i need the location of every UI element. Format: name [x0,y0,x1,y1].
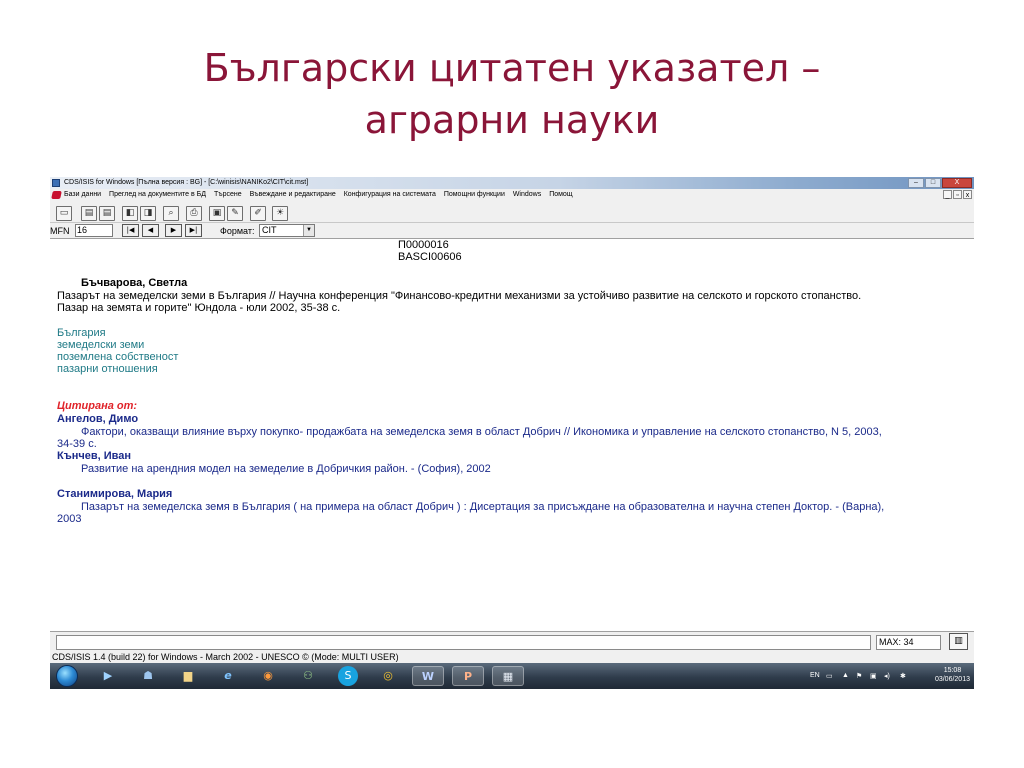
menu-utilities[interactable]: Помощни функции [444,189,505,201]
record-navbar: MFN 16 |◀ ◀ ▶ ▶| Формат: CIT ▼ [50,223,974,239]
status-bar: CDS/ISIS 1.4 (build 22) for Windows - Ma… [50,651,974,663]
max-mfn-label: MAX: 34 [876,635,941,650]
lightbulb-icon[interactable]: ☀ [272,206,288,221]
keyword-item[interactable]: България [57,327,106,340]
user-icon[interactable]: ☗ [132,666,164,686]
window-title: CDS/ISIS for Windows [Пълна версия : BG]… [64,179,309,186]
explorer-folder-icon[interactable]: ▆ [172,666,204,686]
firefox-icon[interactable]: ◉ [252,666,284,686]
display-icon[interactable]: ▣ [209,206,225,221]
citation-author[interactable]: Станимирова, Мария [57,488,172,501]
record-code: BASCI00606 [398,251,462,263]
edit-icon[interactable]: ✎ [227,206,243,221]
network-icon[interactable]: ⚇ [292,666,324,686]
media-player-icon[interactable]: ▶ [92,666,124,686]
citation-continuation: 34-39 с. [57,438,97,450]
clock-date: 03/06/2013 [934,676,970,683]
keyword-item[interactable]: пазарни отношения [57,363,158,376]
books-icon[interactable]: ▥ [949,633,968,650]
app-icon [52,179,60,187]
command-input[interactable] [56,635,871,650]
citation-continuation: 2003 [57,513,82,525]
system-tray: EN ▭ ▲ ⚑ ▣ ◂) ✱ 15:08 03/06/2013 [770,663,970,689]
minimize-button[interactable]: – [908,178,924,188]
slide-title-line2: аграрни науки [364,98,660,142]
chrome-icon[interactable]: ◎ [372,666,404,686]
keyword-item[interactable]: поземлена собственост [57,351,178,364]
skype-icon[interactable]: S [338,666,358,686]
pencil-icon[interactable]: ✐ [250,206,266,221]
clock[interactable]: 15:08 03/06/2013 [935,666,970,684]
menubar: Бази данни Преглед на документите в БД Т… [50,189,974,201]
mfn-input[interactable]: 16 [75,224,113,237]
mdi-restore-button[interactable]: ▫ [953,190,962,199]
show-hidden-icons-icon[interactable]: ▲ [842,672,849,679]
word-icon[interactable]: W [412,666,444,686]
record-display: П0000016 BASCI00606 Бъчварова, Светла Па… [50,239,974,629]
citation-title: Развитие на арендния модел на земеделие … [81,463,491,475]
format-label: Формат: [220,226,255,236]
menu-help[interactable]: Помощ [549,189,572,201]
record-text-line1: Пазарът на земеделски земи в България //… [57,290,862,302]
citation-title: Фактори, оказващи влияние върху покупко-… [81,426,882,438]
volume-icon[interactable]: ◂) [884,672,890,680]
prev-record-icon[interactable]: ◀ [142,224,159,237]
command-bar: MAX: 34 ▥ [50,631,974,651]
browse-icon[interactable]: ◧ [122,206,138,221]
internet-explorer-icon[interactable]: e [212,666,244,686]
keyword-item[interactable]: земеделски земи [57,339,144,352]
winisis-icon[interactable]: ▦ [492,666,524,686]
windows-taskbar: ▶ ☗ ▆ e ◉ ⚇ S ◎ W P ▦ EN ▭ ▲ ⚑ ▣ ◂) ✱ 15… [50,663,974,689]
record-id: П0000016 [398,239,449,251]
cds-isis-window: CDS/ISIS for Windows [Пълна версия : BG]… [50,177,974,689]
language-indicator[interactable]: EN [810,672,820,679]
last-record-icon[interactable]: ▶| [185,224,202,237]
start-button[interactable] [56,665,78,687]
record-author: Бъчварова, Светла [81,277,188,289]
window-titlebar[interactable]: CDS/ISIS for Windows [Пълна версия : BG]… [50,177,974,189]
maximize-button[interactable]: □ [925,178,941,188]
chevron-down-icon: ▼ [303,225,314,236]
slide-title-line1: Български цитатен указател – [203,46,821,90]
slide-title: Български цитатен указател – аграрни нау… [0,42,1024,146]
database2-icon[interactable]: ▤ [99,206,115,221]
menu-windows[interactable]: Windows [513,189,541,201]
citation-author[interactable]: Ангелов, Димо [57,413,138,426]
record-text-line2: Пазар на земята и горите" Юндола - юли 2… [57,302,341,314]
menu-config[interactable]: Конфигурация на системата [344,189,436,201]
clock-time: 15:08 [943,667,962,674]
cited-by-heading: Цитирана от: [57,400,138,412]
citation-title: Пазарът на земеделска земя в България ( … [81,501,885,513]
powerpoint-icon[interactable]: P [452,666,484,686]
print-icon[interactable]: ⎙ [186,206,202,221]
action-center-flag-icon[interactable]: ⚑ [856,672,862,680]
menu-browse[interactable]: Преглед на документите в БД [109,189,206,201]
citation-author[interactable]: Кънчев, Иван [57,450,131,463]
isis-logo-icon [51,191,62,199]
window-controls: – □ X [907,177,972,189]
search-icon[interactable]: ⌕ [163,206,179,221]
mfn-label: MFN [50,226,70,236]
browse-multi-icon[interactable]: ◨ [140,206,156,221]
menu-databases[interactable]: Бази данни [64,189,101,201]
format-value: CIT [262,225,277,235]
tray-app-icon[interactable]: ✱ [900,672,906,680]
menu-search[interactable]: Търсене [214,189,242,201]
format-select[interactable]: CIT ▼ [259,224,315,237]
close-button[interactable]: X [942,178,972,188]
keyboard-icon[interactable]: ▭ [826,672,833,680]
next-record-icon[interactable]: ▶ [165,224,182,237]
mdi-close-button[interactable]: x [963,190,972,199]
mdi-minimize-button[interactable]: _ [943,190,952,199]
toolbar: ▭ ▤ ▤ ◧ ◨ ⌕ ⎙ ▣ ✎ ✐ ☀ [50,201,974,223]
menu-edit[interactable]: Въвеждане и редактиране [250,189,336,201]
first-record-icon[interactable]: |◀ [122,224,139,237]
network-tray-icon[interactable]: ▣ [870,672,877,680]
mdi-controls: _ ▫ x [942,190,972,200]
database-icon[interactable]: ▤ [81,206,97,221]
open-folder-icon[interactable]: ▭ [56,206,72,221]
